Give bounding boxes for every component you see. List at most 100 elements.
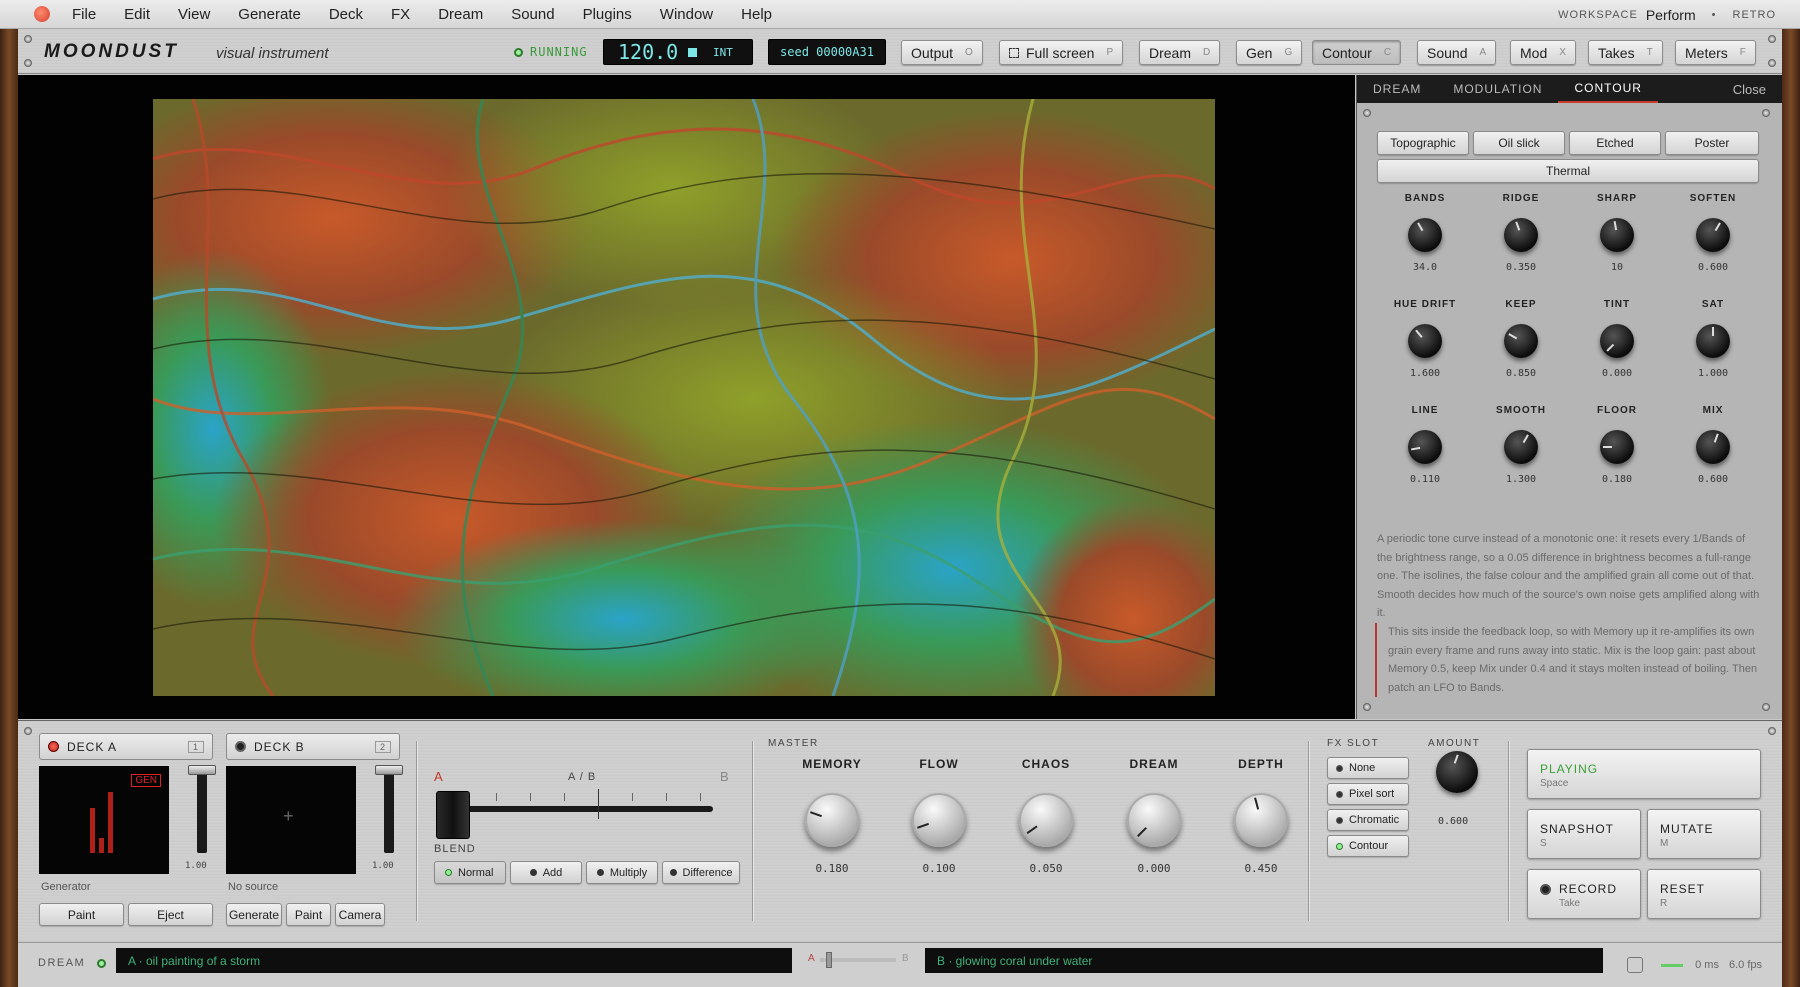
deck-a-fader-handle[interactable]	[188, 765, 216, 775]
chaos-knob[interactable]	[1019, 793, 1073, 847]
preset-oil-slick[interactable]: Oil slick	[1473, 131, 1565, 155]
preset-thermal[interactable]: Thermal	[1377, 159, 1759, 183]
mutate-button[interactable]: MUTATE M	[1647, 809, 1761, 859]
deck-b-paint-button[interactable]: Paint	[286, 903, 331, 926]
knob-mix-dial-icon[interactable]	[1696, 430, 1730, 464]
fx-chromatic-button[interactable]: Chromatic	[1327, 809, 1409, 831]
sound-button[interactable]: Sound A	[1417, 40, 1497, 65]
crossfader-track[interactable]	[463, 806, 713, 812]
bpm-display[interactable]: 120.0 INT	[603, 39, 753, 65]
amount-knob[interactable]	[1436, 751, 1478, 793]
knob-smooth-dial-icon[interactable]	[1504, 430, 1538, 464]
menu-dream[interactable]: Dream	[438, 6, 483, 23]
menu-fx[interactable]: FX	[391, 6, 410, 23]
workspace-switcher[interactable]: WORKSPACE Perform • RETRO	[1558, 0, 1776, 29]
deck-a-fader[interactable]	[188, 765, 216, 853]
fx-contour-button[interactable]: Contour	[1327, 835, 1409, 857]
deck-b-preview[interactable]: +	[226, 766, 356, 874]
menu-plugins[interactable]: Plugins	[583, 6, 632, 23]
blend-add-button[interactable]: Add	[510, 861, 582, 884]
knob-mix[interactable]: MIX 0.600	[1665, 405, 1761, 485]
dream-button[interactable]: Dream D	[1139, 40, 1221, 65]
fullscreen-button[interactable]: Full screen P	[999, 40, 1124, 65]
crossfader-handle[interactable]	[436, 791, 470, 839]
memory-knob[interactable]	[805, 793, 859, 847]
knob-keep[interactable]: KEEP 0.850	[1473, 299, 1569, 379]
knob-soften[interactable]: SOFTEN 0.600	[1665, 193, 1761, 273]
clock-source[interactable]: INT	[713, 46, 733, 59]
output-button[interactable]: Output O	[901, 40, 983, 65]
knob-line[interactable]: LINE 0.110	[1377, 405, 1473, 485]
knob-hue-drift-dial-icon[interactable]	[1408, 324, 1442, 358]
knob-line-dial-icon[interactable]	[1408, 430, 1442, 464]
menu-edit[interactable]: Edit	[124, 6, 150, 23]
knob-tint-dial-icon[interactable]	[1600, 324, 1634, 358]
record-button[interactable]: RECORD Take	[1527, 869, 1641, 919]
tab-contour[interactable]: CONTOUR	[1558, 75, 1658, 103]
visual-canvas[interactable]	[153, 99, 1215, 696]
blend-difference-button[interactable]: Difference	[662, 861, 740, 884]
menu-window[interactable]: Window	[660, 6, 713, 23]
prompt-blend-handle[interactable]	[826, 952, 832, 968]
flow-knob[interactable]	[912, 793, 966, 847]
add-source-icon[interactable]: +	[283, 806, 294, 827]
reset-button[interactable]: RESET R	[1647, 869, 1761, 919]
menu-file[interactable]: File	[72, 6, 96, 23]
menu-sound[interactable]: Sound	[511, 6, 554, 23]
knob-soften-dial-icon[interactable]	[1696, 218, 1730, 252]
stop-icon[interactable]	[688, 47, 697, 57]
app-logo-icon[interactable]	[34, 6, 50, 22]
prompt-a-field[interactable]: A · oil painting of a storm	[116, 948, 792, 973]
deck-a-paint-button[interactable]: Paint	[39, 903, 124, 926]
close-panel-button[interactable]: Close	[1733, 82, 1766, 97]
seed-display[interactable]: seed 00000A31	[768, 39, 886, 65]
fx-none-button[interactable]: None	[1327, 757, 1409, 779]
blend-multiply-button[interactable]: Multiply	[586, 861, 658, 884]
deck-b-fader[interactable]	[375, 765, 403, 853]
deck-b-header[interactable]: DECK B 2	[226, 733, 400, 760]
menu-view[interactable]: View	[178, 6, 210, 23]
snapshot-button[interactable]: SNAPSHOT S	[1527, 809, 1641, 859]
knob-sat-dial-icon[interactable]	[1696, 324, 1730, 358]
knob-ridge-dial-icon[interactable]	[1504, 218, 1538, 252]
knob-hue-drift[interactable]: HUE DRIFT 1.600	[1377, 299, 1473, 379]
deck-a-eject-button[interactable]: Eject	[128, 903, 213, 926]
menu-help[interactable]: Help	[741, 6, 772, 23]
dice-icon[interactable]	[1627, 957, 1644, 973]
prompt-blend-slider[interactable]	[820, 952, 896, 968]
knob-sat[interactable]: SAT 1.000	[1665, 299, 1761, 379]
knob-bands-dial-icon[interactable]	[1408, 218, 1442, 252]
deck-b-generate-button[interactable]: Generate	[226, 903, 282, 926]
menu-generate[interactable]: Generate	[238, 6, 301, 23]
tab-modulation[interactable]: MODULATION	[1437, 75, 1558, 103]
blend-normal-button[interactable]: Normal	[434, 861, 506, 884]
mod-button[interactable]: Mod X	[1510, 40, 1576, 65]
tab-dream[interactable]: DREAM	[1357, 75, 1437, 103]
menu-deck[interactable]: Deck	[329, 6, 363, 23]
knob-smooth[interactable]: SMOOTH 1.300	[1473, 405, 1569, 485]
knob-tint[interactable]: TINT 0.000	[1569, 299, 1665, 379]
takes-button[interactable]: Takes T	[1588, 40, 1663, 65]
depth-knob[interactable]	[1234, 793, 1288, 847]
fx-pixel-sort-button[interactable]: Pixel sort	[1327, 783, 1409, 805]
knob-keep-dial-icon[interactable]	[1504, 324, 1538, 358]
knob-ridge[interactable]: RIDGE 0.350	[1473, 193, 1569, 273]
knob-bands[interactable]: BANDS 34.0	[1377, 193, 1473, 273]
playing-button[interactable]: PLAYING Space	[1527, 749, 1761, 799]
knob-floor-dial-icon[interactable]	[1600, 430, 1634, 464]
dream-knob[interactable]	[1127, 793, 1181, 847]
deck-a-header[interactable]: DECK A 1	[39, 733, 213, 760]
workspace-value[interactable]: Perform	[1646, 7, 1696, 23]
knob-sharp-dial-icon[interactable]	[1600, 218, 1634, 252]
knob-sharp[interactable]: SHARP 10	[1569, 193, 1665, 273]
deck-b-camera-button[interactable]: Camera	[335, 903, 385, 926]
prompt-b-field[interactable]: B · glowing coral under water	[925, 948, 1603, 973]
bpm-value[interactable]: 120.0	[618, 40, 688, 64]
gen-button[interactable]: Gen G	[1236, 40, 1303, 65]
deck-a-preview[interactable]: GEN	[39, 766, 169, 874]
retro-toggle[interactable]: RETRO	[1733, 9, 1777, 21]
preset-etched[interactable]: Etched	[1569, 131, 1661, 155]
knob-floor[interactable]: FLOOR 0.180	[1569, 405, 1665, 485]
meters-button[interactable]: Meters F	[1675, 40, 1756, 65]
preset-poster[interactable]: Poster	[1665, 131, 1759, 155]
